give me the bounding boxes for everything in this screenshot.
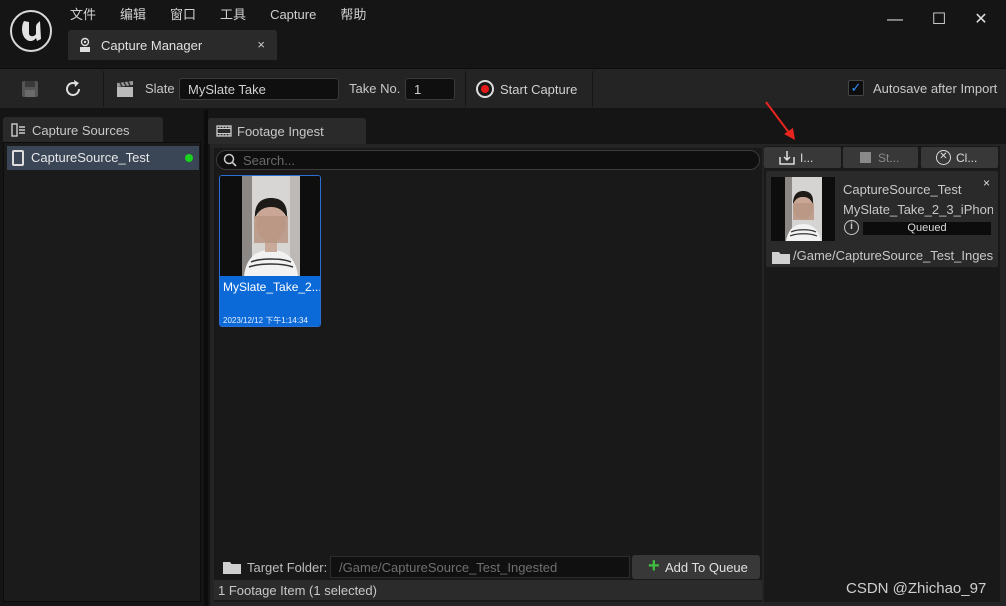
footage-name: MySlate_Take_2..._iPhone <box>223 280 320 294</box>
take-number-input[interactable] <box>405 78 455 100</box>
maximize-button[interactable]: ☐ <box>924 10 954 30</box>
capture-sources-list: CaptureSource_Test <box>3 142 201 602</box>
device-icon <box>12 150 24 166</box>
tab-label: Capture Manager <box>101 38 203 53</box>
menu-edit[interactable]: 编辑 <box>120 6 146 24</box>
panel-splitter[interactable] <box>204 110 208 606</box>
menu-capture[interactable]: Capture <box>270 6 316 24</box>
menu-file[interactable]: 文件 <box>70 6 96 24</box>
minimize-button[interactable]: — <box>880 10 910 30</box>
add-to-queue-label: Add To Queue <box>665 560 748 575</box>
queue-item-subtitle: MySlate_Take_2_3_iPhone <box>843 202 993 217</box>
watermark: CSDN @Zhichao_97 <box>846 580 987 597</box>
stop-button[interactable]: St... <box>843 147 918 168</box>
footage-thumbnail <box>220 176 320 276</box>
import-label: I... <box>800 151 814 165</box>
clapperboard-icon <box>117 81 133 97</box>
stop-icon <box>860 152 871 163</box>
toolbar-separator <box>465 71 466 107</box>
menu-tools[interactable]: 工具 <box>220 6 246 24</box>
slate-input[interactable] <box>179 78 339 100</box>
slate-label: Slate <box>145 81 175 96</box>
search-icon <box>223 153 237 167</box>
tab-label: Footage Ingest <box>237 124 324 139</box>
queue-item-title: CaptureSource_Test <box>843 182 962 197</box>
annotation-arrow-icon <box>765 101 795 140</box>
import-icon <box>779 151 795 165</box>
plus-icon: + <box>648 555 660 577</box>
clear-icon: ✕ <box>936 150 951 165</box>
target-folder-label: Target Folder: <box>247 560 328 575</box>
footage-tile[interactable]: MySlate_Take_2..._iPhone 2023/12/12 下午1:… <box>219 175 321 327</box>
refresh-icon[interactable] <box>62 78 84 100</box>
queue-status-badge: Queued <box>863 222 991 235</box>
queue-item-path: /Game/CaptureSource_Test_Ingested <box>793 248 993 263</box>
start-capture-label: Start Capture <box>500 81 578 97</box>
target-folder-input[interactable]: /Game/CaptureSource_Test_Ingested <box>330 556 630 578</box>
queue-item-close-icon[interactable]: × <box>983 176 990 190</box>
info-icon[interactable]: i <box>844 220 859 235</box>
toolbar-separator <box>592 71 593 107</box>
search-box <box>216 150 760 170</box>
autosave-label: Autosave after Import <box>873 80 998 96</box>
footage-count-text: 1 Footage Item (1 selected) <box>218 583 377 598</box>
record-icon <box>476 80 494 98</box>
online-status-icon <box>185 154 193 162</box>
clear-button[interactable]: ✕ Cl... <box>921 147 998 168</box>
toolbar-separator <box>103 71 104 107</box>
unreal-logo-icon[interactable] <box>10 10 52 52</box>
autosave-checkbox[interactable]: ✓ <box>848 80 864 96</box>
add-to-queue-button[interactable]: + Add To Queue <box>632 555 760 579</box>
tab-label: Capture Sources <box>32 123 130 138</box>
footage-tile-info: MySlate_Take_2..._iPhone 2023/12/12 下午1:… <box>220 276 320 326</box>
autosave-toggle[interactable]: ✓ Autosave after Import <box>848 80 997 96</box>
menu-bar: 文件 编辑 窗口 工具 Capture 帮助 <box>70 6 390 24</box>
menu-window[interactable]: 窗口 <box>170 6 196 24</box>
stop-label: St... <box>878 151 900 165</box>
capture-sources-panel: Capture Sources CaptureSource_Test <box>0 110 204 606</box>
start-capture-button[interactable]: Start Capture <box>476 79 577 99</box>
close-window-button[interactable]: ✕ <box>966 10 996 30</box>
clear-label: Cl... <box>956 151 978 165</box>
queue-thumbnail <box>771 177 835 241</box>
tab-close-icon[interactable]: × <box>257 37 265 52</box>
queue-item[interactable]: CaptureSource_Test MySlate_Take_2_3_iPho… <box>766 171 998 267</box>
footage-date: 2023/12/12 下午1:14:34 <box>223 316 308 325</box>
capture-sources-icon <box>11 123 25 137</box>
tab-footage-ingest[interactable]: Footage Ingest <box>208 118 366 144</box>
title-bar: 文件 编辑 窗口 工具 Capture 帮助 Capture Manager ×… <box>0 0 1006 68</box>
list-item[interactable]: CaptureSource_Test <box>7 146 199 170</box>
save-icon[interactable] <box>19 78 41 100</box>
folder-icon <box>772 252 790 264</box>
tab-capture-manager[interactable]: Capture Manager × <box>68 30 277 60</box>
source-label: CaptureSource_Test <box>31 150 150 165</box>
menu-help[interactable]: 帮助 <box>340 6 366 24</box>
folder-icon[interactable] <box>223 561 241 574</box>
capture-manager-icon <box>80 37 90 52</box>
tab-capture-sources[interactable]: Capture Sources <box>3 117 163 143</box>
status-bar: 1 Footage Item (1 selected) <box>214 580 762 600</box>
toolbar: Slate Take No. Start Capture ✓ Autosave … <box>0 68 1006 108</box>
film-strip-icon <box>216 125 232 137</box>
search-input[interactable] <box>243 152 743 168</box>
target-folder-row: Target Folder: /Game/CaptureSource_Test_… <box>214 555 762 579</box>
import-button[interactable]: I... <box>764 147 841 168</box>
take-number-label: Take No. <box>349 81 401 96</box>
